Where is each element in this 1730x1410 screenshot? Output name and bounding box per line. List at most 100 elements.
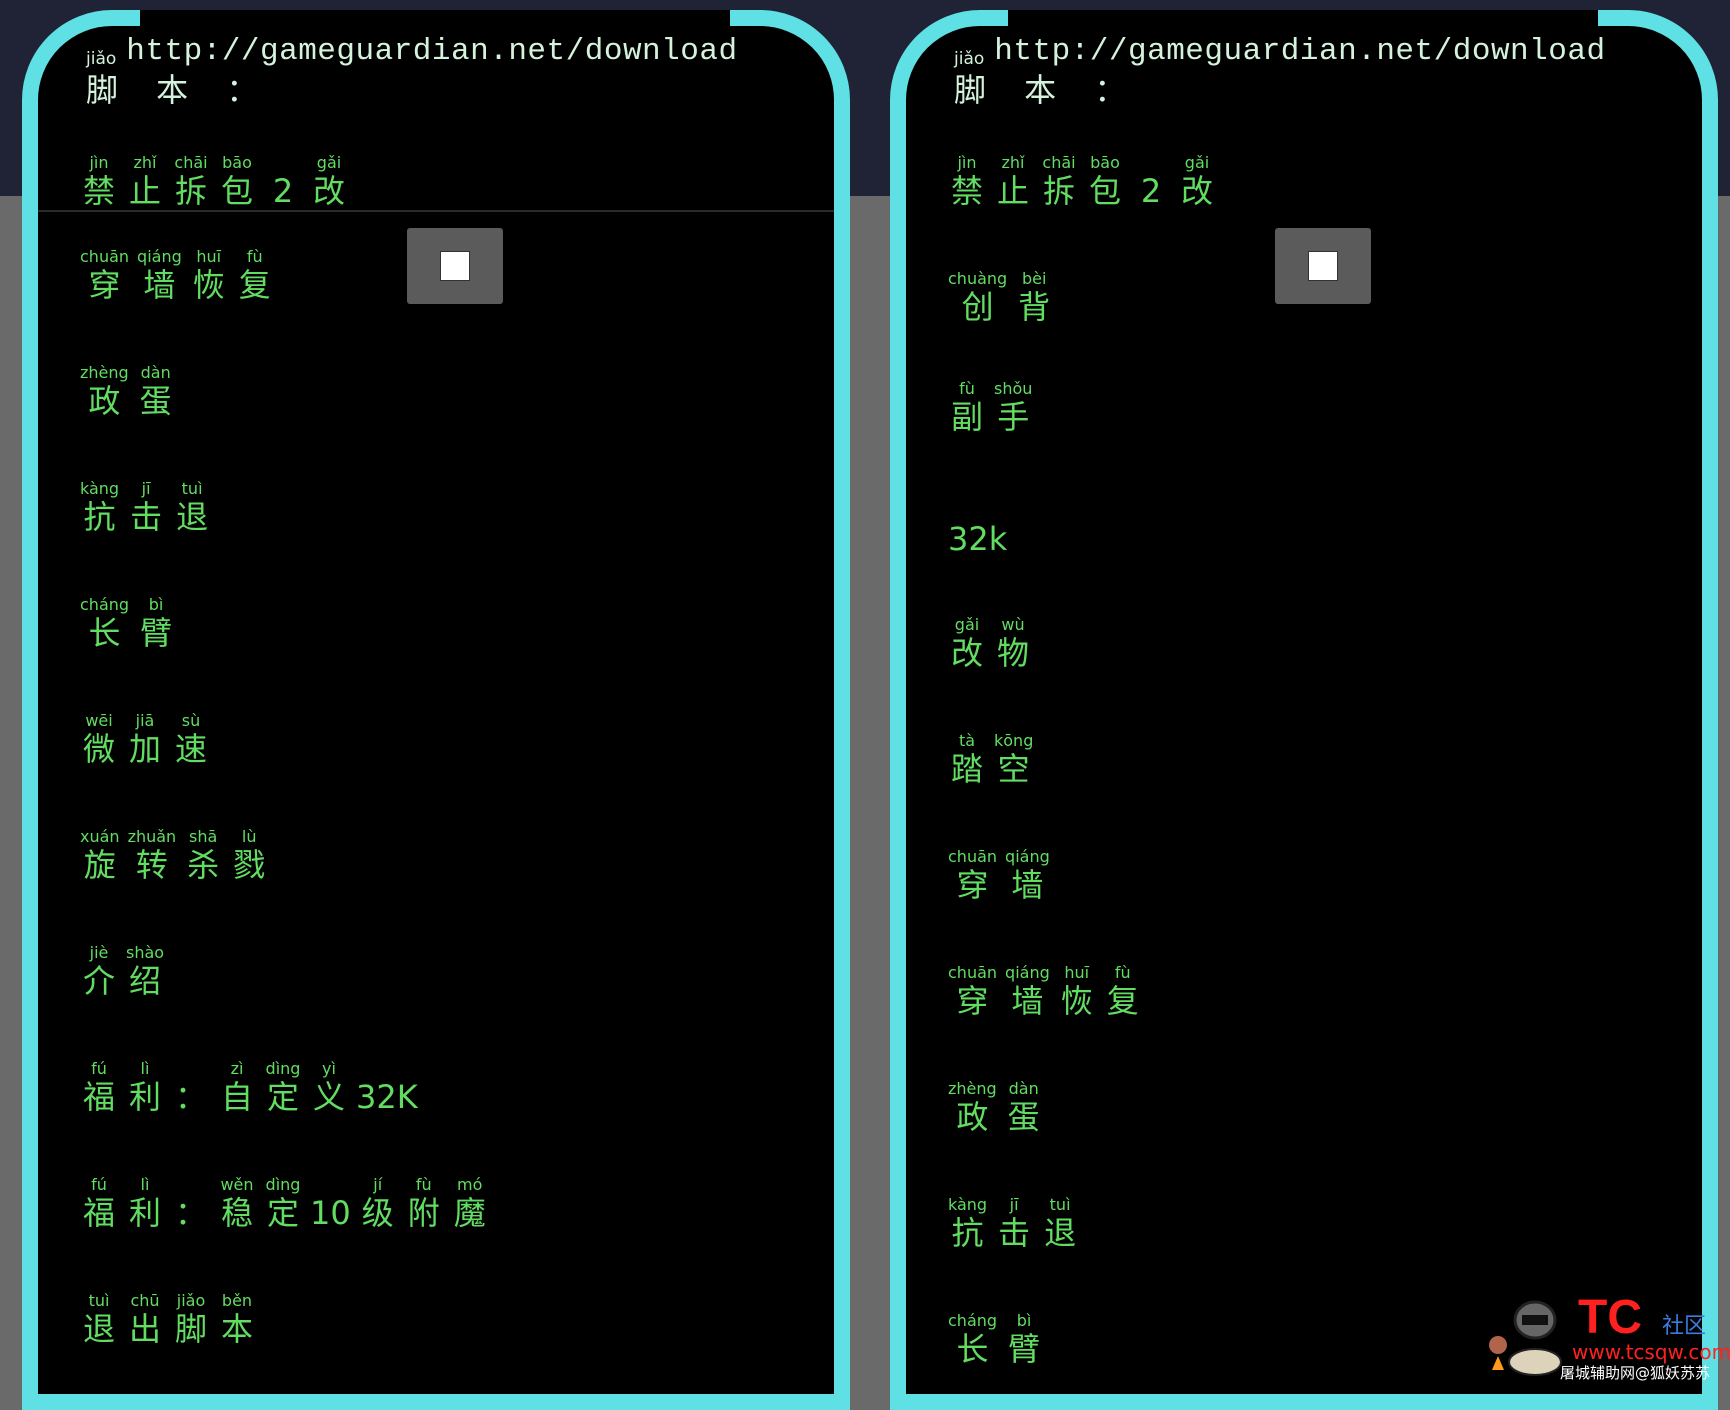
menu-item-char: bāo 包 <box>218 153 256 211</box>
menu-item-char: gǎi 改 <box>310 154 348 211</box>
menu-item-char: qiáng 墙 <box>1005 963 1050 1021</box>
menu-item-char: lì 利 <box>126 1176 164 1233</box>
download-url[interactable]: http://gameguardian.net/download <box>994 34 1605 69</box>
menu-item-char: xuán 旋 <box>80 828 120 885</box>
menu-item[interactable]: jìn 禁 zhǐ 止 chāi 拆 bāo 包 2 gǎi 改 <box>948 153 1224 211</box>
menu-item-char: fù 复 <box>1104 964 1142 1021</box>
menu-item[interactable]: 32k <box>948 502 1015 558</box>
hanzi: 定 <box>266 1078 299 1116</box>
pinyin: jiè <box>89 943 109 962</box>
menu-item-char: zhǐ 止 <box>126 154 164 211</box>
pinyin: wù <box>1001 615 1025 634</box>
hanzi: 福 <box>82 1194 115 1232</box>
menu-item-char: gǎi 改 <box>1178 154 1216 211</box>
pinyin: zì <box>230 1059 244 1078</box>
watermark-logo: TC <box>1578 1291 1642 1344</box>
hanzi: 改 <box>1180 172 1213 210</box>
divider <box>38 210 834 212</box>
menu-item[interactable]: kàng 抗 jī 击 tuì 退 <box>948 1196 1087 1253</box>
menu-item-char: tuì 退 <box>173 480 211 537</box>
menu-item-char: kōng 空 <box>994 732 1033 789</box>
menu-item[interactable]: xuán 旋 zhuǎn 转 shā 杀 lù 戮 <box>80 827 276 885</box>
hanzi: 改 <box>312 172 345 210</box>
hanzi: 32K <box>356 1078 418 1116</box>
toggle-checkbox-button[interactable] <box>1275 228 1371 304</box>
pinyin: chāi <box>1042 153 1076 172</box>
menu-item[interactable]: jiè 介 shào 绍 <box>80 943 172 1001</box>
menu-item-char: shào 绍 <box>126 943 165 1001</box>
menu-item-char: jiā 加 <box>126 712 164 769</box>
pinyin: dàn <box>140 363 171 382</box>
hanzi: 穿 <box>956 982 989 1020</box>
download-url[interactable]: http://gameguardian.net/download <box>126 34 737 69</box>
pinyin: bāo <box>222 153 252 172</box>
pinyin: dàn <box>1008 1079 1039 1098</box>
menu-item[interactable]: zhèng 政 dàn 蛋 <box>80 363 183 421</box>
hanzi: 福 <box>82 1078 115 1116</box>
menu-item[interactable]: chuān 穿 qiáng 墙 huī 恢 fù 复 <box>948 963 1150 1021</box>
hanzi: 创 <box>961 288 994 326</box>
hanzi: 手 <box>997 398 1030 436</box>
pinyin: chāi <box>174 153 208 172</box>
hanzi: 利 <box>128 1194 161 1232</box>
menu-item-char: wēi 微 <box>80 711 118 769</box>
menu-item[interactable]: cháng 长 bì 臂 <box>948 1312 1051 1369</box>
hanzi: 长 <box>956 1330 989 1368</box>
menu-item-char: huī 恢 <box>190 248 228 305</box>
menu-item-char: běn 本 <box>218 1292 256 1349</box>
pinyin: tuì <box>88 1291 110 1310</box>
checkbox-square[interactable] <box>1308 251 1338 281</box>
menu-item-char: mó 魔 <box>451 1176 489 1233</box>
menu-item-char: 32k <box>948 502 1007 558</box>
menu-item[interactable]: fù 副 shǒu 手 <box>948 380 1040 437</box>
menu-item-char: zhèng 政 <box>80 364 129 421</box>
menu-item-char: fù 副 <box>948 380 986 437</box>
hanzi: 恢 <box>1060 982 1093 1020</box>
menu-item-char: wù 物 <box>994 615 1032 673</box>
toggle-checkbox-button[interactable] <box>407 228 503 304</box>
menu-item[interactable]: fú 福 lì 利： wěn 稳 dìng 定 10 jí 级 fù 附 mó 魔 <box>80 1175 497 1233</box>
menu-item-char: chāi 拆 <box>1040 153 1078 211</box>
menu-item-char: 32K <box>356 1060 418 1116</box>
hanzi: 退 <box>1044 1214 1077 1252</box>
hanzi: 墙 <box>1011 866 1044 904</box>
pinyin: qiáng <box>1005 963 1050 982</box>
pinyin: sù <box>181 711 201 730</box>
menu-item[interactable]: wēi 微 jiā 加 sù 速 <box>80 711 218 769</box>
menu-item[interactable]: tà 踏 kōng 空 <box>948 732 1041 789</box>
hanzi: 本 <box>220 1310 253 1348</box>
pinyin: fù <box>415 1175 432 1194</box>
checkbox-square[interactable] <box>440 251 470 281</box>
hanzi: 墙 <box>1011 982 1044 1020</box>
pinyin: jìn <box>89 153 109 172</box>
menu-item[interactable]: tuì 退 chū 出 jiǎo 脚 běn 本 <box>80 1291 264 1349</box>
menu-item[interactable]: zhèng 政 dàn 蛋 <box>948 1079 1051 1137</box>
menu-item[interactable]: gǎi 改 wù 物 <box>948 615 1040 673</box>
pinyin: chuān <box>80 247 130 266</box>
hanzi: 2 <box>1140 172 1162 210</box>
menu-item-char: 10 <box>310 1176 351 1232</box>
pinyin: wěn <box>220 1175 254 1194</box>
pinyin: shào <box>126 943 165 962</box>
menu-item[interactable]: fú 福 lì 利： zì 自 dìng 定 yì 义 32K <box>80 1059 426 1117</box>
watermark-community: 社区 <box>1662 1314 1707 1339</box>
pinyin: wēi <box>85 711 113 730</box>
pinyin: huī <box>1064 963 1090 982</box>
hanzi: 32k <box>948 520 1008 558</box>
hanzi: 10 <box>310 1194 351 1232</box>
menu-item-char: cháng 长 <box>948 1312 997 1369</box>
menu-item-char: zhèng 政 <box>948 1080 997 1137</box>
hanzi: 2 <box>272 172 294 210</box>
menu-item[interactable]: jìn 禁 zhǐ 止 chāi 拆 bāo 包 2 gǎi 改 <box>80 153 356 211</box>
pinyin: lù <box>241 827 257 846</box>
menu-item-char: fú 福 <box>80 1060 118 1117</box>
pinyin: zhuǎn <box>127 827 177 846</box>
menu-item[interactable]: chuān 穿 qiáng 墙 huī 恢 fù 复 <box>80 247 282 305</box>
menu-item-char: tuì 退 <box>80 1291 118 1349</box>
menu-item[interactable]: kàng 抗 jī 击 tuì 退 <box>80 480 219 537</box>
menu-item[interactable]: chuān 穿 qiáng 墙 <box>948 848 1058 905</box>
menu-item[interactable]: chuàng 创 bèi 背 <box>948 270 1061 327</box>
pinyin: bì <box>148 595 164 614</box>
menu-item[interactable]: cháng 长 bì 臂 <box>80 595 183 653</box>
hanzi: 自 <box>220 1078 253 1116</box>
